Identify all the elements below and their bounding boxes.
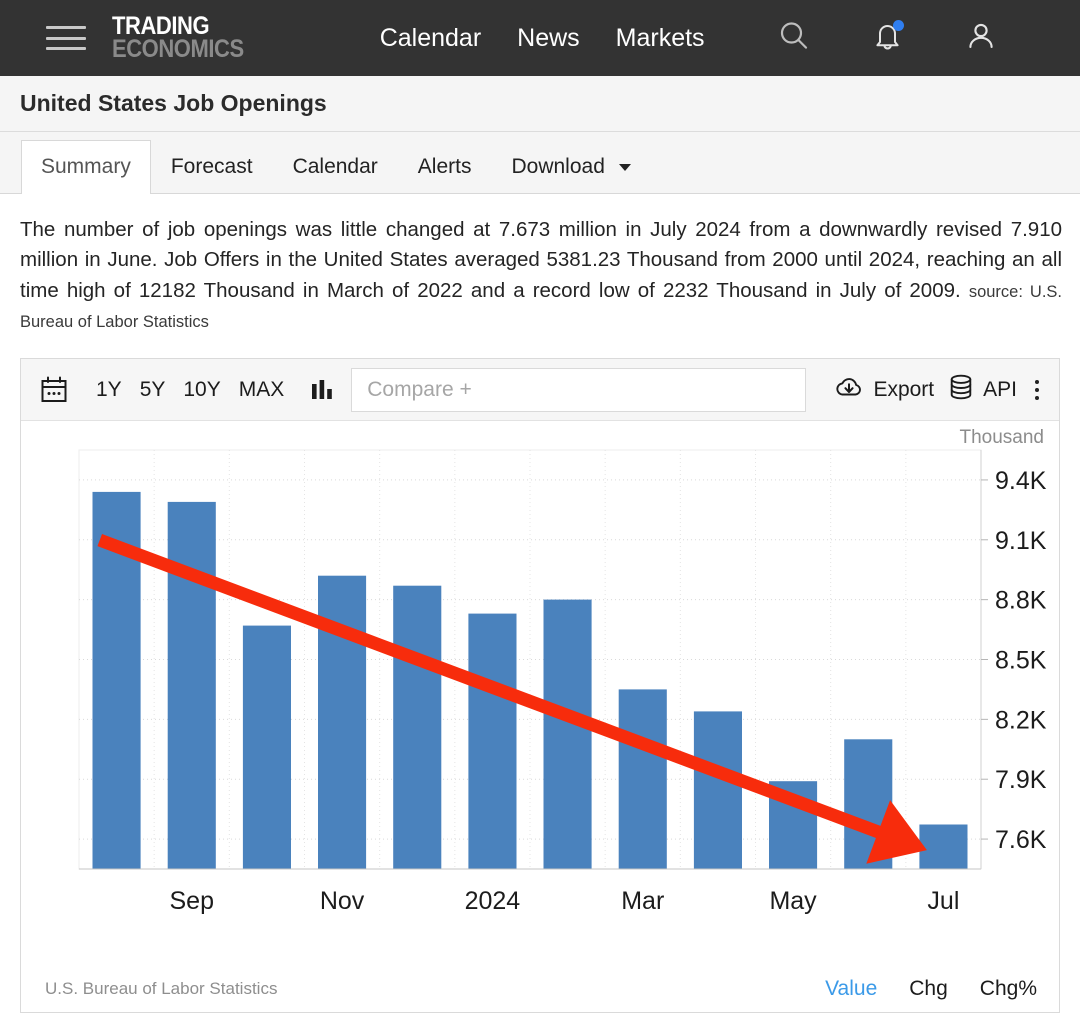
- tab-alerts[interactable]: Alerts: [398, 140, 492, 194]
- kebab-dot: [1035, 380, 1039, 384]
- chart-bar[interactable]: [168, 502, 216, 869]
- page-title-bar: United States Job Openings: [0, 76, 1080, 132]
- notification-badge-dot: [893, 20, 904, 31]
- x-axis-tick-label: 2024: [465, 887, 521, 915]
- hamburger-line: [46, 37, 86, 40]
- x-axis-tick-label: Sep: [170, 887, 214, 915]
- section-tab-bar: Summary Forecast Calendar Alerts Downloa…: [0, 132, 1080, 194]
- nav-link-calendar[interactable]: Calendar: [380, 24, 481, 53]
- x-axis-tick-label: Jul: [927, 887, 959, 915]
- tab-forecast-label: Forecast: [171, 155, 253, 178]
- kebab-menu-icon[interactable]: [1035, 380, 1039, 400]
- tab-alerts-label: Alerts: [418, 155, 472, 178]
- chart-footer: U.S. Bureau of Labor Statistics Value Ch…: [21, 966, 1059, 1012]
- main-nav-links: Calendar News Markets: [380, 24, 705, 53]
- description-body: The number of job openings was little ch…: [20, 218, 1062, 302]
- tab-download-label: Download: [511, 155, 604, 178]
- search-icon[interactable]: [777, 19, 811, 58]
- tab-forecast[interactable]: Forecast: [151, 140, 273, 194]
- range-button-1y[interactable]: 1Y: [87, 374, 131, 406]
- hamburger-line: [46, 47, 86, 50]
- tab-download[interactable]: Download: [491, 140, 650, 194]
- chart-bar[interactable]: [243, 626, 291, 869]
- export-button[interactable]: Export: [834, 374, 934, 406]
- x-axis-tick-label: May: [769, 887, 817, 915]
- chevron-down-icon: [619, 164, 631, 171]
- value-tab-chg[interactable]: Chg: [909, 977, 948, 1001]
- chart-plot-area: 9.4K 9.1K 8.8K 8.5K 8.2K 7.9K 7.6K Sep Nov 2024 Ma…: [21, 421, 1080, 1013]
- kebab-dot: [1035, 396, 1039, 400]
- bar-chart-svg: 9.4K 9.1K 8.8K 8.5K 8.2K 7.9K 7.6K Sep Nov 2024 Ma…: [21, 421, 1080, 1013]
- y-axis-tick-label: 7.6K: [995, 826, 1047, 854]
- kebab-dot: [1035, 388, 1039, 392]
- top-navigation-bar: TRADING ECONOMICS Calendar News Markets: [0, 0, 1080, 76]
- user-account-icon[interactable]: [965, 20, 997, 57]
- range-button-5y[interactable]: 5Y: [131, 374, 175, 406]
- tab-calendar[interactable]: Calendar: [273, 140, 398, 194]
- chart-bar[interactable]: [393, 586, 441, 869]
- chart-bar[interactable]: [694, 712, 742, 870]
- nav-icon-group: [777, 19, 997, 58]
- tab-summary[interactable]: Summary: [21, 140, 151, 194]
- x-axis-tick-label: Nov: [320, 887, 365, 915]
- chart-source-label: U.S. Bureau of Labor Statistics: [45, 979, 277, 999]
- chart-bar[interactable]: [919, 825, 967, 870]
- export-label: Export: [873, 378, 934, 402]
- compare-input[interactable]: Compare +: [351, 368, 806, 412]
- chart-bar[interactable]: [468, 614, 516, 869]
- tab-summary-label: Summary: [41, 155, 131, 178]
- y-axis-tick-label: 8.2K: [995, 707, 1047, 735]
- calendar-icon[interactable]: [39, 375, 69, 405]
- cloud-download-icon: [834, 374, 864, 406]
- y-axis-tick-label: 9.4K: [995, 467, 1047, 495]
- value-mode-tabs: Value Chg Chg%: [825, 977, 1037, 1001]
- database-icon: [948, 373, 974, 407]
- chart-bar[interactable]: [544, 600, 592, 869]
- value-tab-chgpct[interactable]: Chg%: [980, 977, 1037, 1001]
- chart-bar[interactable]: [619, 690, 667, 870]
- compare-placeholder: Compare +: [367, 378, 471, 402]
- hamburger-line: [46, 26, 86, 29]
- y-axis-tick-label: 8.5K: [995, 647, 1047, 675]
- chart-toolbar: 1Y 5Y 10Y MAX Compare + Export: [21, 359, 1059, 421]
- page-title: United States Job Openings: [20, 90, 327, 117]
- site-logo[interactable]: TRADING ECONOMICS: [112, 15, 262, 61]
- y-axis-tick-label: 9.1K: [995, 527, 1047, 555]
- logo-line-economics: ECONOMICS: [112, 38, 244, 61]
- range-button-max[interactable]: MAX: [230, 374, 294, 406]
- y-axis-tick-label: 8.8K: [995, 587, 1047, 615]
- bar-chart-icon[interactable]: [309, 377, 335, 403]
- nav-link-markets[interactable]: Markets: [616, 24, 705, 53]
- api-label: API: [983, 378, 1017, 402]
- chart-card: 1Y 5Y 10Y MAX Compare + Export: [20, 358, 1060, 1013]
- api-button[interactable]: API: [948, 373, 1017, 407]
- range-button-10y[interactable]: 10Y: [174, 374, 229, 406]
- x-axis-tick-label: Mar: [621, 887, 664, 915]
- y-axis-tick-label: 7.9K: [995, 767, 1047, 795]
- value-tab-value[interactable]: Value: [825, 977, 877, 1001]
- nav-link-news[interactable]: News: [517, 24, 580, 53]
- hamburger-menu-icon[interactable]: [46, 22, 86, 54]
- indicator-description: The number of job openings was little ch…: [20, 215, 1062, 336]
- tab-calendar-label: Calendar: [293, 155, 378, 178]
- notification-bell-icon[interactable]: [873, 20, 903, 57]
